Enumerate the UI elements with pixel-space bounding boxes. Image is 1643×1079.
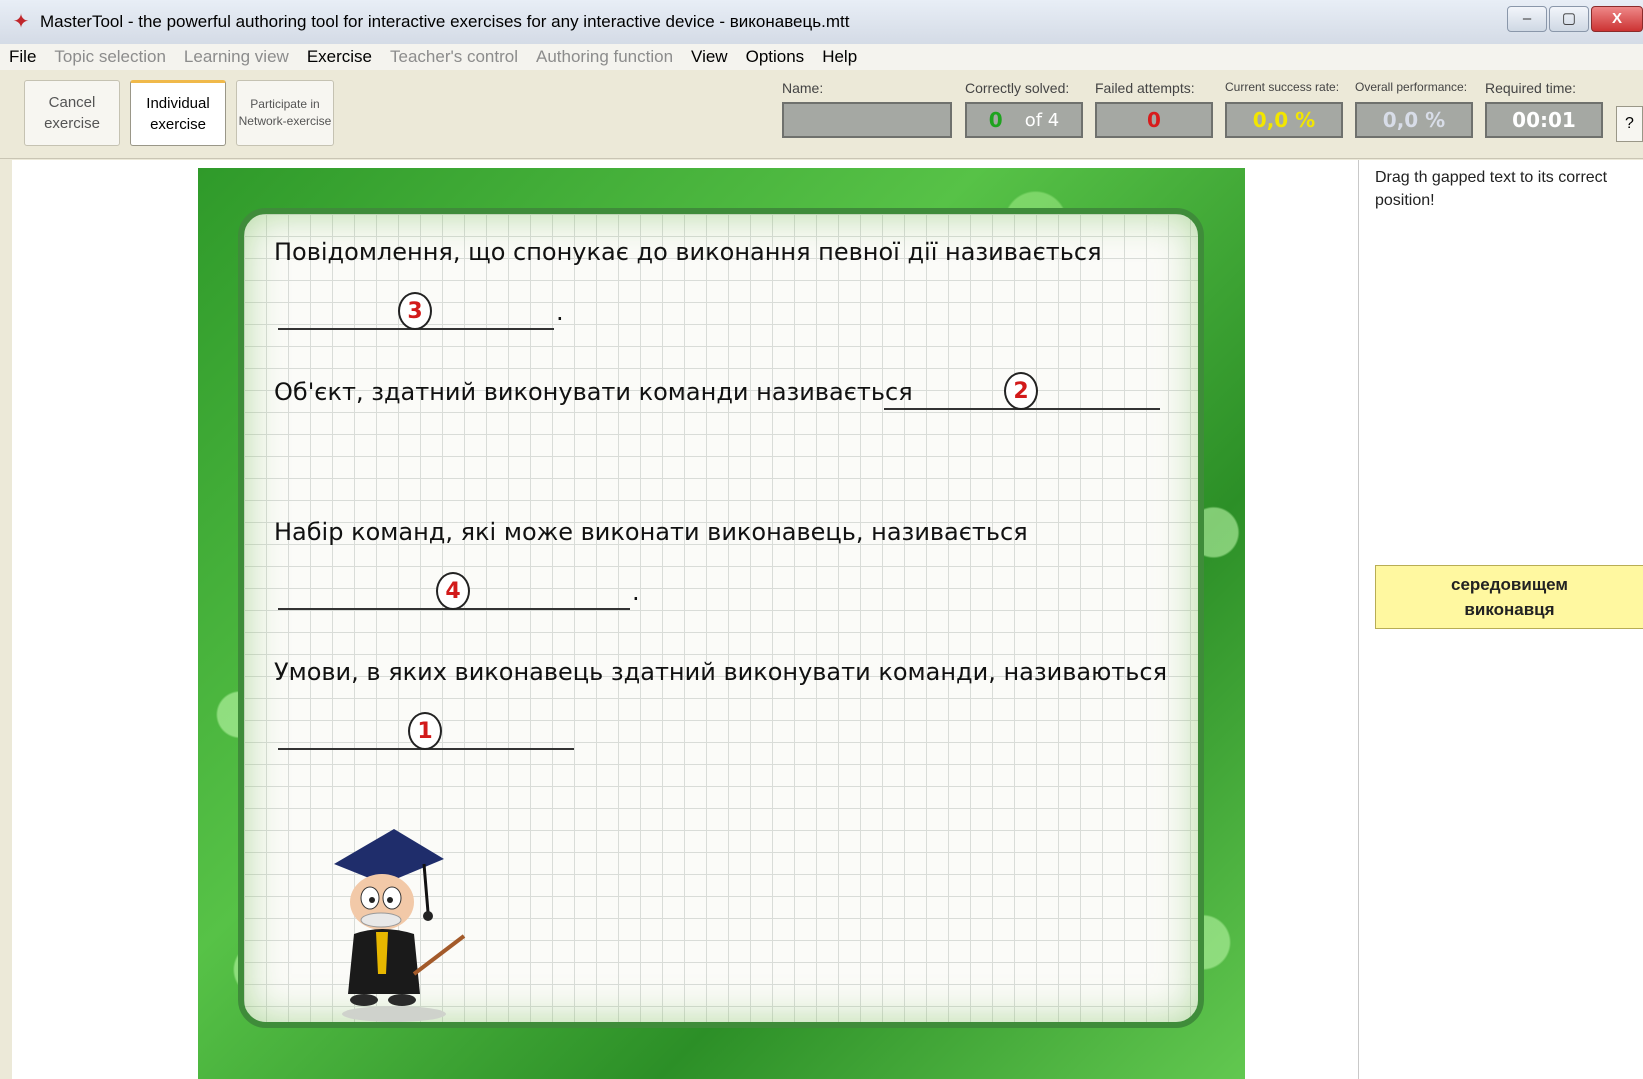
draggable-answer-card[interactable]: середовищем виконавця bbox=[1375, 565, 1643, 629]
network-exercise-button[interactable]: Participate in Network-exercise bbox=[236, 80, 334, 146]
current-success-stat: Current success rate: 0,0 % bbox=[1225, 80, 1343, 138]
gap-4-marker[interactable]: 4 bbox=[436, 572, 470, 610]
answer-panel: Drag th gapped text to its correct posit… bbox=[1358, 160, 1643, 1079]
app-logo-icon: ✦ bbox=[12, 11, 30, 33]
minimize-button[interactable]: – bbox=[1507, 6, 1547, 32]
overall-performance-value: 0,0 % bbox=[1355, 102, 1473, 138]
menu-authoring-function[interactable]: Authoring function bbox=[527, 47, 682, 67]
gap-2-marker[interactable]: 2 bbox=[1004, 372, 1038, 410]
name-label: Name: bbox=[782, 80, 824, 96]
correctly-solved-box: 0 of 4 bbox=[965, 102, 1083, 138]
failed-attempts-stat: Failed attempts: 0 bbox=[1095, 80, 1213, 138]
menu-topic-selection[interactable]: Topic selection bbox=[45, 47, 175, 67]
failed-attempts-value: 0 bbox=[1095, 102, 1213, 138]
individual-exercise-button[interactable]: Individual exercise bbox=[130, 80, 226, 146]
grid-paper: Повідомлення, що спонукає до виконання п… bbox=[238, 208, 1204, 1028]
question-3-period: . bbox=[632, 578, 640, 606]
overall-performance-stat: Overall performance: 0,0 % bbox=[1355, 80, 1473, 138]
left-frame bbox=[0, 160, 12, 1079]
current-success-value: 0,0 % bbox=[1225, 102, 1343, 138]
correctly-solved-total: of 4 bbox=[1024, 109, 1060, 131]
question-1-text: Повідомлення, що спонукає до виконання п… bbox=[274, 238, 1102, 266]
menu-bar: File Topic selection Learning view Exerc… bbox=[0, 44, 1643, 70]
menu-view[interactable]: View bbox=[682, 47, 737, 67]
question-2-text: Об'єкт, здатний виконувати команди назив… bbox=[274, 378, 913, 406]
instructions-text: Drag th gapped text to its correct posit… bbox=[1375, 169, 1608, 209]
menu-help[interactable]: Help bbox=[813, 47, 866, 67]
window-controls: – ▢ X bbox=[1507, 6, 1643, 32]
current-success-label: Current success rate: bbox=[1225, 80, 1340, 94]
question-1-period: . bbox=[556, 298, 564, 326]
window-title: MasterTool - the powerful authoring tool… bbox=[40, 12, 850, 31]
question-4-text: Умови, в яких виконавець здатний виконув… bbox=[274, 658, 1168, 686]
menu-exercise[interactable]: Exercise bbox=[298, 47, 381, 67]
maximize-button[interactable]: ▢ bbox=[1549, 6, 1589, 32]
correctly-solved-label: Correctly solved: bbox=[965, 80, 1070, 96]
overall-performance-label: Overall performance: bbox=[1355, 80, 1468, 94]
exercise-area: Повідомлення, що спонукає до виконання п… bbox=[12, 160, 1643, 1079]
menu-options[interactable]: Options bbox=[737, 47, 814, 67]
professor-mascot-image bbox=[334, 829, 466, 1022]
gap-3-marker[interactable]: 3 bbox=[398, 292, 432, 330]
gap-1-marker[interactable]: 1 bbox=[408, 712, 442, 750]
help-button[interactable]: ? bbox=[1616, 106, 1643, 142]
title-bar: ✦ MasterTool - the powerful authoring to… bbox=[0, 0, 1643, 44]
question-3-text: Набір команд, які може виконати виконаве… bbox=[274, 518, 1028, 546]
failed-attempts-label: Failed attempts: bbox=[1095, 80, 1195, 96]
correctly-solved-stat: Correctly solved: 0 of 4 bbox=[965, 80, 1083, 138]
correctly-solved-value: 0 bbox=[988, 108, 1003, 132]
menu-learning-view[interactable]: Learning view bbox=[175, 47, 298, 67]
menu-teachers-control[interactable]: Teacher's control bbox=[381, 47, 527, 67]
required-time-stat: Required time: 00:01 bbox=[1485, 80, 1603, 138]
exercise-stage: Повідомлення, що спонукає до виконання п… bbox=[198, 168, 1245, 1079]
name-stat: Name: bbox=[782, 80, 952, 138]
menu-file[interactable]: File bbox=[0, 47, 45, 67]
toolbar: Cancel exercise Individual exercise Part… bbox=[0, 70, 1643, 159]
cancel-exercise-button[interactable]: Cancel exercise bbox=[24, 80, 120, 146]
required-time-label: Required time: bbox=[1485, 80, 1577, 96]
close-button[interactable]: X bbox=[1591, 6, 1643, 32]
name-field[interactable] bbox=[782, 102, 952, 138]
required-time-value: 00:01 bbox=[1485, 102, 1603, 138]
